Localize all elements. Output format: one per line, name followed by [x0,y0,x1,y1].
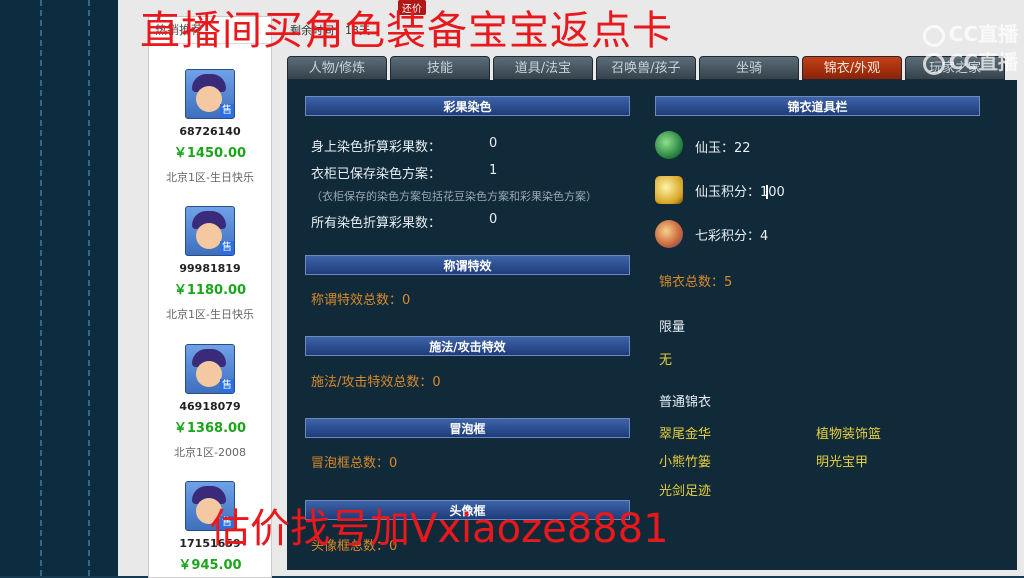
outfit-item[interactable]: 植物装饰篮 [816,423,881,442]
tab-skills[interactable]: 技能 [390,56,490,80]
dye-wardrobe-value: 1 [489,163,498,178]
limited-value: 无 [659,353,673,368]
dye-body-label: 身上染色折算彩果数： [311,140,442,155]
jade-icon [655,131,683,159]
seller-card[interactable]: 售 68726140 ￥1450.00 北京1区-生日快乐 [149,69,271,185]
outfit-item[interactable]: 翠尾金华 [659,423,711,442]
sale-tag: 售 [220,104,234,118]
outfit-total: 锦衣总数：5 [659,275,733,290]
seller-id: 68726140 [179,125,241,138]
seller-card[interactable]: 售 46918079 ￥1368.00 北京1区-2008 [149,344,271,460]
sidebar-divider [40,0,42,576]
seller-avatar[interactable]: 售 [185,206,235,256]
stream-overlay-contact: 估价找号加Vxiaoze8881 [210,506,669,552]
title-effects-total: 称谓特效总数：0 [311,293,411,308]
section-header-dye: 彩果染色 [305,96,630,116]
sale-tag: 售 [220,241,234,255]
section-header-title-effects: 称谓特效 [305,255,630,275]
rainbow-points: 七彩积分：4 [695,229,769,244]
section-header-outfit-items: 锦衣道具栏 [655,96,980,116]
limited-label: 限量 [659,320,686,335]
sale-tag: 售 [220,379,234,393]
section-header-bubble: 冒泡框 [305,418,630,438]
tab-character[interactable]: 人物/修炼 [287,56,387,80]
seller-server: 北京1区-2008 [174,446,246,459]
left-sidebar-background [0,0,118,576]
dye-note: （衣柜保存的染色方案包括花豆染色方案和彩果染色方案） [311,190,597,203]
seller-card[interactable]: 售 99981819 ￥1180.00 北京1区-生日快乐 [149,206,271,322]
dye-total-value: 0 [489,212,498,227]
seller-list-panel: 热销推荐 售 68726140 ￥1450.00 北京1区-生日快乐 售 999… [148,16,272,578]
text-cursor [766,185,768,199]
bubble-total: 冒泡框总数：0 [311,456,398,471]
dye-wardrobe-label: 衣柜已保存染色方案： [311,167,442,182]
seller-id: 46918079 [179,400,241,413]
jade-count: 仙玉：22 [695,141,751,156]
sidebar-divider [88,0,90,576]
cc-logo-icon [922,52,945,75]
cc-live-logo: CC直播 [922,46,1018,75]
cc-live-logo: CC直播 [922,18,1018,47]
seller-price: ￥1450.00 [173,146,247,161]
seller-server: 北京1区-生日快乐 [166,171,254,184]
tab-mounts[interactable]: 坐骑 [699,56,799,80]
section-header-cast-effects: 施法/攻击特效 [305,336,630,356]
outfit-item[interactable]: 小熊竹篓 [659,451,711,470]
seller-server: 北京1区-生日快乐 [166,308,254,321]
cast-effects-total: 施法/攻击特效总数：0 [311,375,441,390]
jade-points: 仙玉积分：100 [695,185,785,200]
normal-outfit-label: 普通锦衣 [659,395,712,410]
logo-text: CC直播 [948,22,1018,46]
jade-points-icon [655,176,683,204]
seller-price: ￥1180.00 [173,283,247,298]
tab-items[interactable]: 道具/法宝 [493,56,593,80]
outfit-item[interactable]: 明光宝甲 [816,451,868,470]
seller-avatar[interactable]: 售 [185,69,235,119]
stream-overlay-banner: 直播间买角色装备宝宝返点卡 [140,8,673,54]
rainbow-points-icon [655,220,683,248]
seller-price: ￥1368.00 [173,421,247,436]
tab-outfits[interactable]: 锦衣/外观 [802,56,902,80]
cc-logo-icon [922,24,945,47]
seller-price: ￥945.00 [178,558,242,573]
dye-total-label: 所有染色折算彩果数： [311,216,442,231]
seller-id: 99981819 [179,262,241,275]
logo-text: CC直播 [948,50,1018,74]
tab-pets[interactable]: 召唤兽/孩子 [596,56,696,80]
seller-avatar[interactable]: 售 [185,344,235,394]
dye-body-value: 0 [489,136,498,151]
